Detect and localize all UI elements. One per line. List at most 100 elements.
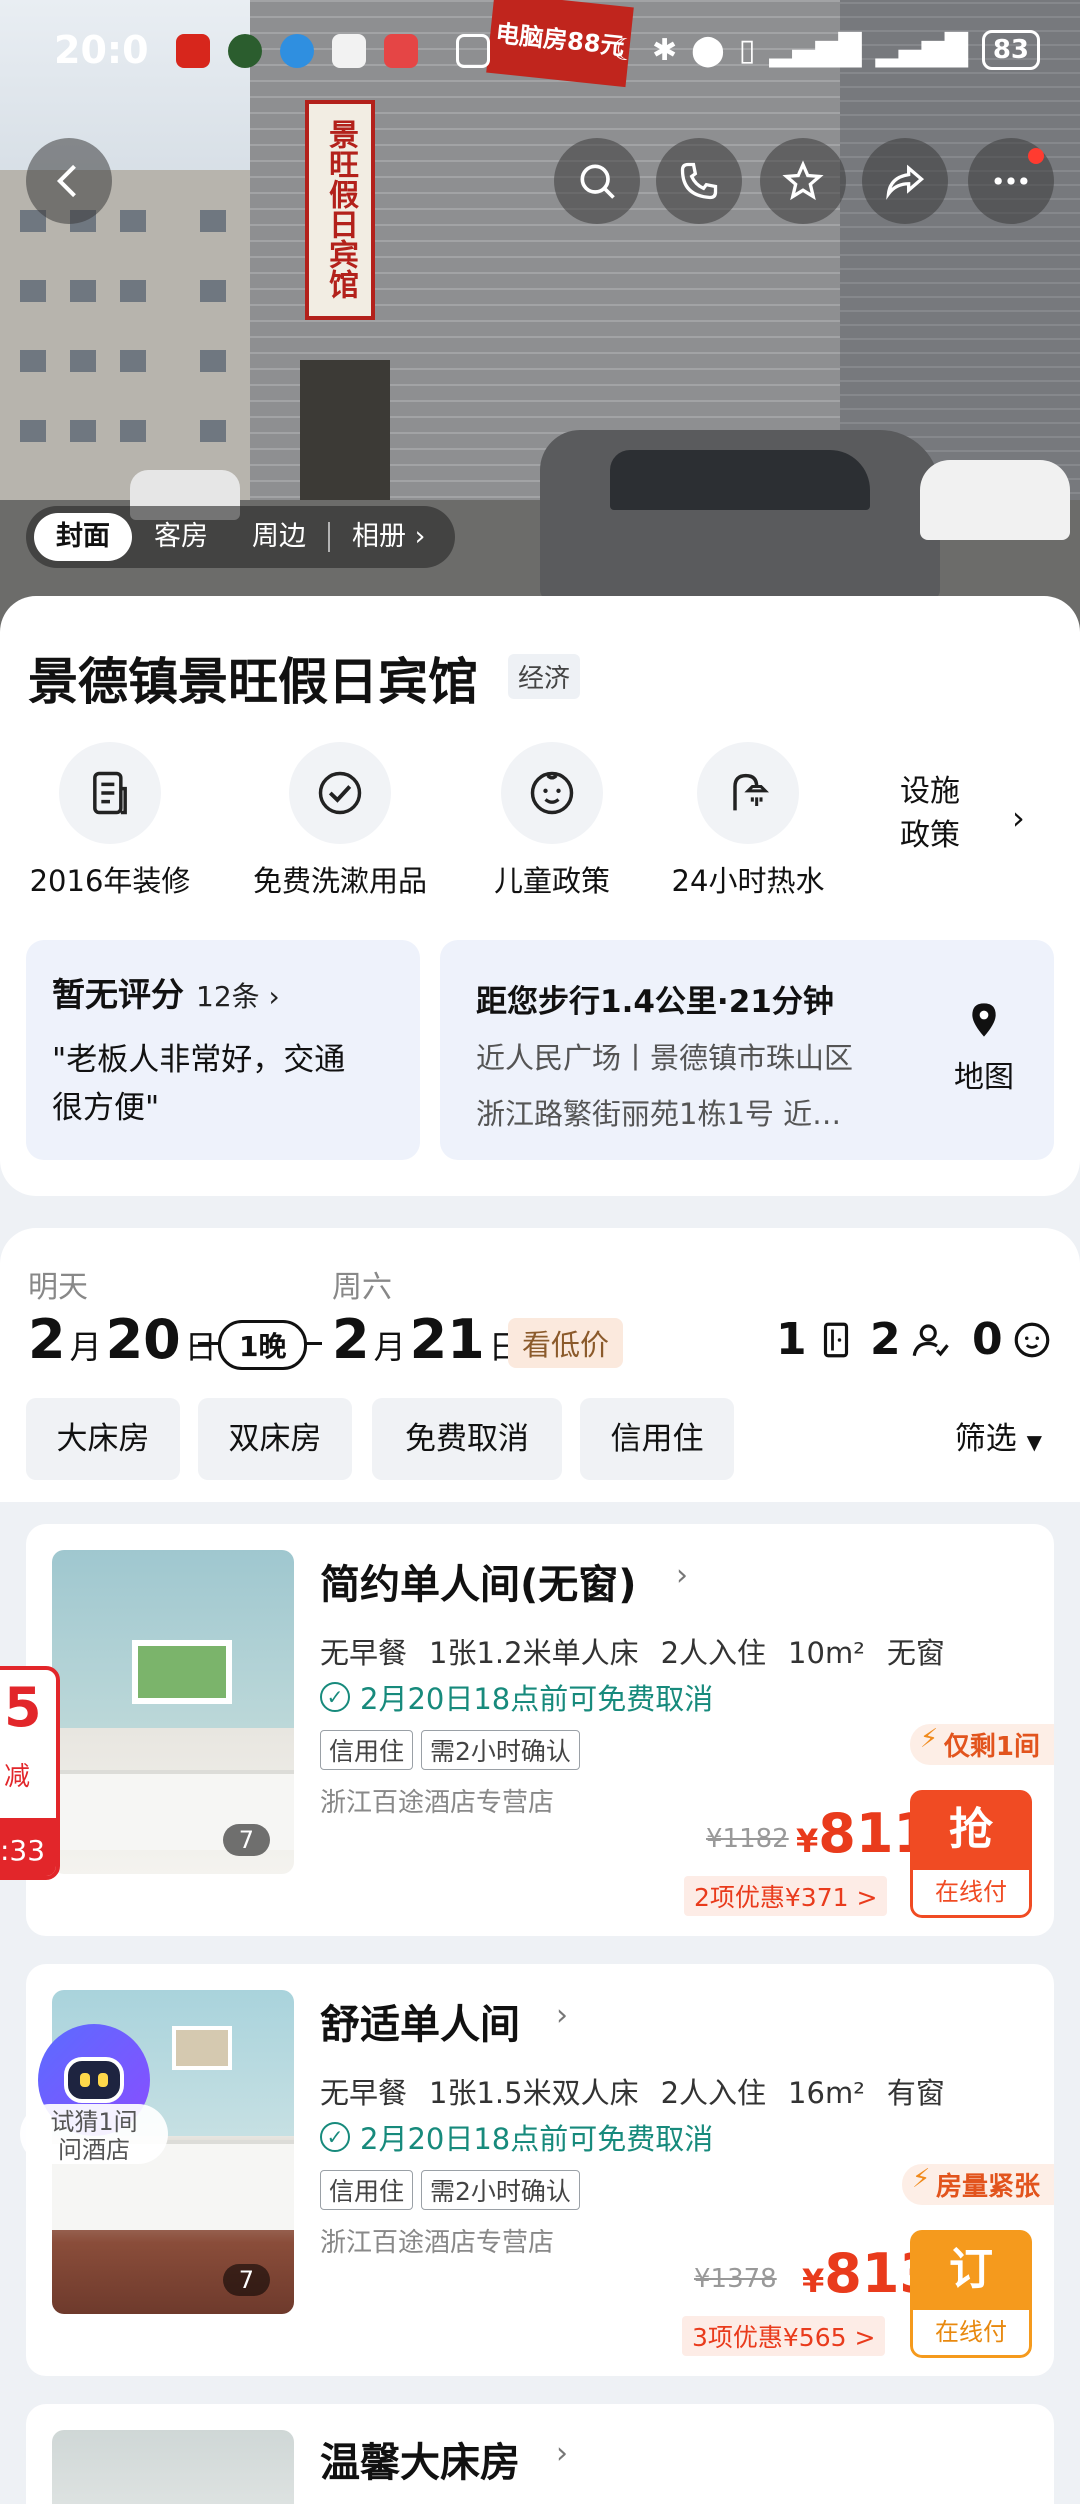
shower-icon bbox=[697, 742, 799, 844]
notif-app-icon bbox=[176, 34, 210, 68]
nfc-icon bbox=[456, 34, 490, 68]
room-card[interactable]: 7 简约单人间(无窗) › 无早餐 1张1.2米单人床 2人入住 10m² 无窗 ✓ 2月… bbox=[26, 1524, 1054, 1936]
promo-countdown-tab[interactable]: 5 减 :33 bbox=[0, 1666, 60, 1880]
checkin-weekday: 明天 bbox=[28, 1270, 88, 1305]
search-icon bbox=[580, 164, 615, 199]
filter-button[interactable]: 筛选 ▼ bbox=[955, 1398, 1042, 1483]
seller-name: 浙江百途酒店专营店 bbox=[320, 2228, 555, 2258]
favorite-button[interactable] bbox=[760, 138, 846, 224]
breakfast-info: 无早餐 bbox=[320, 1636, 408, 1670]
checkout-date[interactable]: 2 月21 日 bbox=[332, 1308, 525, 1371]
call-button[interactable] bbox=[656, 138, 742, 224]
cancel-policy-text: 2月20日18点前可免费取消 bbox=[360, 1682, 714, 1716]
room-card[interactable]: 温馨大床房 › bbox=[26, 2404, 1054, 2504]
filter-free-cancel[interactable]: 免费取消 bbox=[372, 1398, 562, 1480]
more-button[interactable] bbox=[968, 138, 1054, 224]
tab-surroundings[interactable]: 周边 bbox=[230, 513, 328, 561]
location-summary[interactable]: 距您步行1.4公里·21分钟 近人民广场丨景德镇市珠山区 浙江路繁街丽苑1栋1号… bbox=[440, 940, 1054, 1160]
assistant-bubble[interactable]: 试猜1间 问酒店 bbox=[20, 2104, 168, 2164]
book-button[interactable]: 订 在线付 bbox=[910, 2230, 1032, 2358]
seller-name: 浙江百途酒店专营店 bbox=[320, 1788, 555, 1818]
signal-icon: ▂▄▆█ bbox=[769, 32, 862, 68]
filter-twin-bed[interactable]: 双床房 bbox=[198, 1398, 352, 1480]
vibrate-icon: ▯ bbox=[738, 32, 756, 68]
pay-online-label: 在线付 bbox=[910, 1870, 1032, 1918]
photo-suv-window bbox=[610, 450, 870, 510]
filter-credit-stay[interactable]: 信用住 bbox=[580, 1398, 734, 1480]
review-summary[interactable]: 暂无评分 12条 › "老板人非常好，交通 很方便" bbox=[26, 940, 420, 1160]
room-title: 温馨大床房 bbox=[320, 2440, 520, 2486]
room-photo[interactable] bbox=[52, 2430, 294, 2504]
share-button[interactable] bbox=[862, 138, 948, 224]
policy-label: 政策 bbox=[900, 818, 960, 853]
feature-hot-water[interactable]: 24小时热水 bbox=[648, 742, 848, 900]
window-info: 有窗 bbox=[886, 2076, 945, 2110]
review-quote: "老板人非常好，交通 很方便" bbox=[52, 1036, 394, 1132]
status-right: ☾ ✱ ⬤ ▯ ▂▄▆█ ▂▄▆█ 83 bbox=[611, 30, 1040, 70]
screen: 景旺假日宾馆 电脑房88元 20:0 ☾ ✱ ⬤ ▯ ▂▄▆█ ▂▄▆█ 83 bbox=[0, 0, 1080, 2504]
renovation-icon bbox=[59, 742, 161, 844]
window-info: 无窗 bbox=[886, 1636, 945, 1670]
review-count: 12条 › bbox=[196, 980, 280, 1013]
rating-text: 暂无评分 bbox=[52, 975, 184, 1014]
feature-child-policy[interactable]: 儿童政策 bbox=[452, 742, 652, 900]
room-card[interactable]: 7 舒适单人间 › 无早餐 1张1.5米双人床 2人入住 16m² 有窗 ✓ 2月20日1… bbox=[26, 1964, 1054, 2376]
original-price: ¥1182 bbox=[706, 1824, 789, 1854]
photo-count: 7 bbox=[222, 2264, 270, 2296]
person-icon bbox=[912, 1323, 949, 1356]
album-label: 相册 bbox=[352, 521, 406, 552]
nights-count: 1晚 bbox=[218, 1320, 308, 1370]
map-pin-icon bbox=[972, 1003, 996, 1037]
room-title: 简约单人间(无窗) bbox=[320, 1562, 637, 1608]
filter-label: 筛选 bbox=[954, 1421, 1017, 1457]
lightning-icon: ⚡ bbox=[911, 2164, 931, 2194]
room-photo[interactable]: 7 bbox=[52, 1550, 294, 1874]
checkin-date[interactable]: 2 月20 日 bbox=[28, 1308, 221, 1371]
discount-link[interactable]: 2项优惠¥371 > bbox=[684, 1876, 888, 1916]
filter-king-bed[interactable]: 大床房 bbox=[26, 1398, 180, 1480]
photo-building-left bbox=[0, 170, 280, 510]
month-unit: 月 bbox=[373, 1328, 406, 1366]
child-count[interactable]: 0 bbox=[972, 1314, 1053, 1365]
feature-renovation[interactable]: 2016年装修 bbox=[10, 742, 210, 900]
review-count-text: 12条 bbox=[196, 980, 260, 1013]
map-button[interactable]: 地图 bbox=[944, 1000, 1024, 1096]
bed-info: 1张1.2米单人床 bbox=[429, 1636, 639, 1670]
availability-alert-text: 房量紧张 bbox=[935, 2172, 1040, 2202]
battery-indicator: 83 bbox=[981, 30, 1040, 70]
room-specs: 无早餐 1张1.5米双人床 2人入住 16m² 有窗 bbox=[320, 2070, 967, 2112]
checkin-day: 20 bbox=[105, 1308, 181, 1371]
hotel-category-tag: 经济 bbox=[508, 654, 581, 699]
child-face-icon bbox=[501, 742, 603, 844]
feature-toiletries[interactable]: 免费洗漱用品 bbox=[240, 742, 440, 900]
adult-count[interactable]: 2 bbox=[870, 1314, 951, 1365]
promo-number: 5 bbox=[4, 1676, 42, 1739]
photo-count: 7 bbox=[222, 1824, 270, 1856]
map-label: 地图 bbox=[954, 1060, 1014, 1095]
checkin-month: 2 bbox=[28, 1308, 66, 1371]
check-circle-icon bbox=[289, 742, 391, 844]
tab-rooms[interactable]: 客房 bbox=[132, 513, 230, 561]
star-icon bbox=[782, 160, 824, 201]
lightning-icon: ⚡ bbox=[919, 1724, 939, 1754]
photo-painting bbox=[172, 2026, 232, 2070]
book-button[interactable]: 抢 在线付 bbox=[910, 1790, 1032, 1918]
search-button[interactable] bbox=[554, 138, 640, 224]
back-button[interactable] bbox=[26, 138, 112, 224]
currency-symbol: ¥ bbox=[802, 2262, 825, 2300]
chevron-right-icon: › bbox=[676, 1558, 688, 1593]
discount-link[interactable]: 3项优惠¥565 > bbox=[682, 2316, 886, 2356]
promo-label: 减 bbox=[4, 1762, 31, 1792]
door-icon bbox=[823, 1322, 848, 1357]
tag-confirm-time: 需2小时确认 bbox=[421, 2170, 580, 2210]
caret-down-icon: ▼ bbox=[1026, 1430, 1042, 1454]
room-count[interactable]: 1 bbox=[776, 1314, 857, 1365]
low-price-button[interactable]: 看低价 bbox=[508, 1318, 624, 1368]
assistant-bubble-line: 试猜1间 bbox=[50, 2108, 138, 2136]
tab-album[interactable]: 相册 › bbox=[330, 513, 447, 561]
review-quote-line: "老板人非常好，交通 bbox=[52, 1042, 346, 1078]
facilities-policy-link[interactable]: 设施 政策 › bbox=[900, 770, 1080, 880]
bluetooth-icon: ✱ bbox=[651, 32, 678, 68]
notif-app-icon bbox=[332, 34, 366, 68]
tab-cover[interactable]: 封面 bbox=[34, 513, 132, 561]
